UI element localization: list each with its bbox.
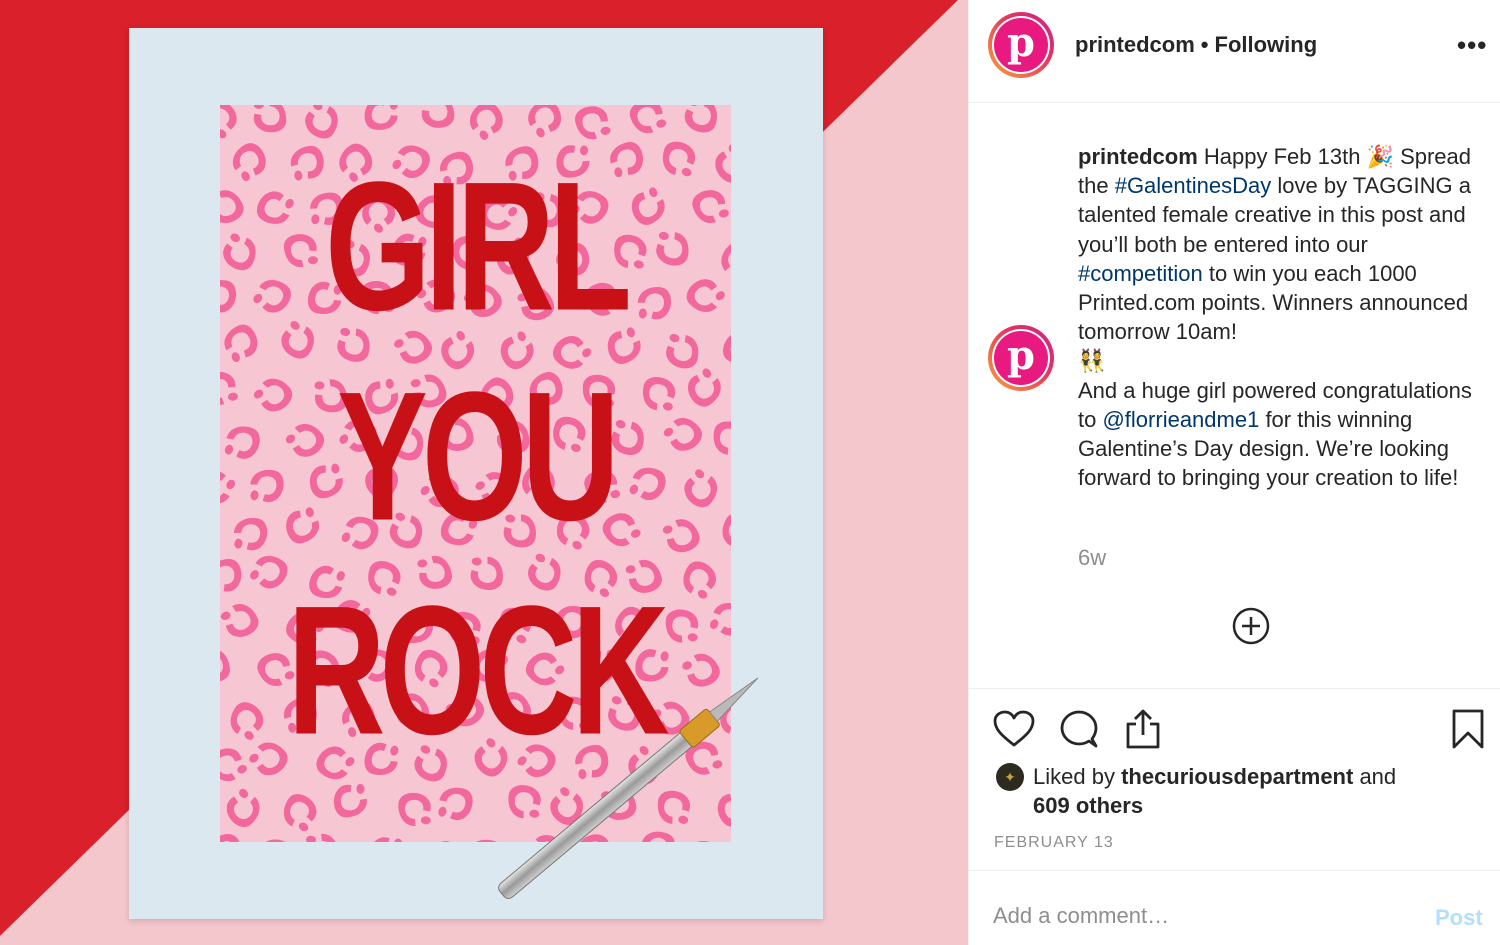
likes-prefix: Liked by bbox=[1033, 764, 1122, 789]
avatar-letter: p bbox=[994, 18, 1048, 72]
leopard-spot bbox=[425, 841, 459, 842]
leopard-spot bbox=[305, 833, 339, 842]
leopard-spot bbox=[369, 837, 403, 842]
post-age[interactable]: 6w bbox=[1078, 545, 1106, 571]
leopard-spot bbox=[575, 106, 611, 140]
leopard-spot bbox=[528, 105, 562, 138]
likes-middle: and bbox=[1353, 764, 1397, 789]
hashtag-link[interactable]: #competition bbox=[1078, 261, 1203, 286]
likes-summary: Liked by thecuriousdepartment and 609 ot… bbox=[1033, 762, 1473, 820]
post-detail-panel: p printedcom • Following ••• p printedcom … bbox=[968, 0, 1500, 945]
leopard-spot bbox=[226, 788, 260, 828]
leopard-spot bbox=[260, 839, 293, 842]
comment-input[interactable] bbox=[993, 903, 1393, 929]
add-circle-icon[interactable] bbox=[1232, 607, 1270, 645]
hashtag-link[interactable]: #GalentinesDay bbox=[1115, 173, 1272, 198]
caption-avatar-letter: p bbox=[994, 331, 1048, 385]
username-link[interactable]: printedcom bbox=[1075, 32, 1195, 57]
leopard-spot bbox=[220, 105, 237, 139]
caption-emoji: 👯 bbox=[1078, 348, 1106, 374]
post-header: p printedcom • Following ••• bbox=[969, 0, 1500, 103]
bookmark-icon[interactable] bbox=[1451, 708, 1485, 750]
leopard-spot bbox=[469, 105, 503, 140]
post-caption: printedcom Happy Feb 13th 🎉 Spread the #… bbox=[1078, 142, 1488, 492]
poster-word-2: YOU bbox=[337, 353, 620, 559]
separator-dot: • bbox=[1200, 32, 1209, 57]
leopard-spot bbox=[398, 792, 431, 826]
craft-knife bbox=[498, 677, 759, 899]
leopard-spot bbox=[421, 105, 455, 128]
leopard-spot bbox=[305, 105, 338, 139]
likes-others-link[interactable]: 609 others bbox=[1033, 793, 1143, 818]
share-icon[interactable] bbox=[1124, 708, 1162, 750]
leopard-spot bbox=[334, 783, 367, 818]
liker-avatar[interactable]: ✦ bbox=[996, 763, 1024, 791]
liker-username[interactable]: thecuriousdepartment bbox=[1121, 764, 1353, 789]
heart-icon[interactable] bbox=[993, 710, 1035, 748]
caption-avatar[interactable]: p bbox=[988, 325, 1054, 391]
leopard-spot bbox=[220, 833, 240, 842]
mention-link[interactable]: @florrieandme1 bbox=[1102, 407, 1259, 432]
leopard-spot bbox=[364, 105, 398, 130]
profile-avatar[interactable]: p bbox=[988, 12, 1054, 78]
comment-icon[interactable] bbox=[1059, 709, 1099, 749]
leopard-spot bbox=[684, 105, 717, 133]
leopard-spot bbox=[438, 787, 473, 821]
leopard-spot bbox=[629, 105, 667, 134]
poster-word-1: GIRL bbox=[325, 143, 632, 349]
header-user: printedcom • Following bbox=[1075, 32, 1317, 58]
post-comment-button[interactable]: Post bbox=[1435, 905, 1483, 931]
comment-bar: Post bbox=[969, 870, 1500, 945]
leopard-spot bbox=[253, 105, 287, 133]
leopard-spot bbox=[283, 794, 317, 832]
post-photo[interactable]: GIRL YOU ROCK bbox=[0, 0, 968, 945]
ellipsis-icon[interactable]: ••• bbox=[1457, 30, 1487, 61]
actions-divider bbox=[969, 688, 1500, 690]
caption-username[interactable]: printedcom bbox=[1078, 144, 1198, 169]
following-button[interactable]: Following bbox=[1215, 32, 1318, 57]
post-date[interactable]: FEBRUARY 13 bbox=[994, 834, 1114, 852]
